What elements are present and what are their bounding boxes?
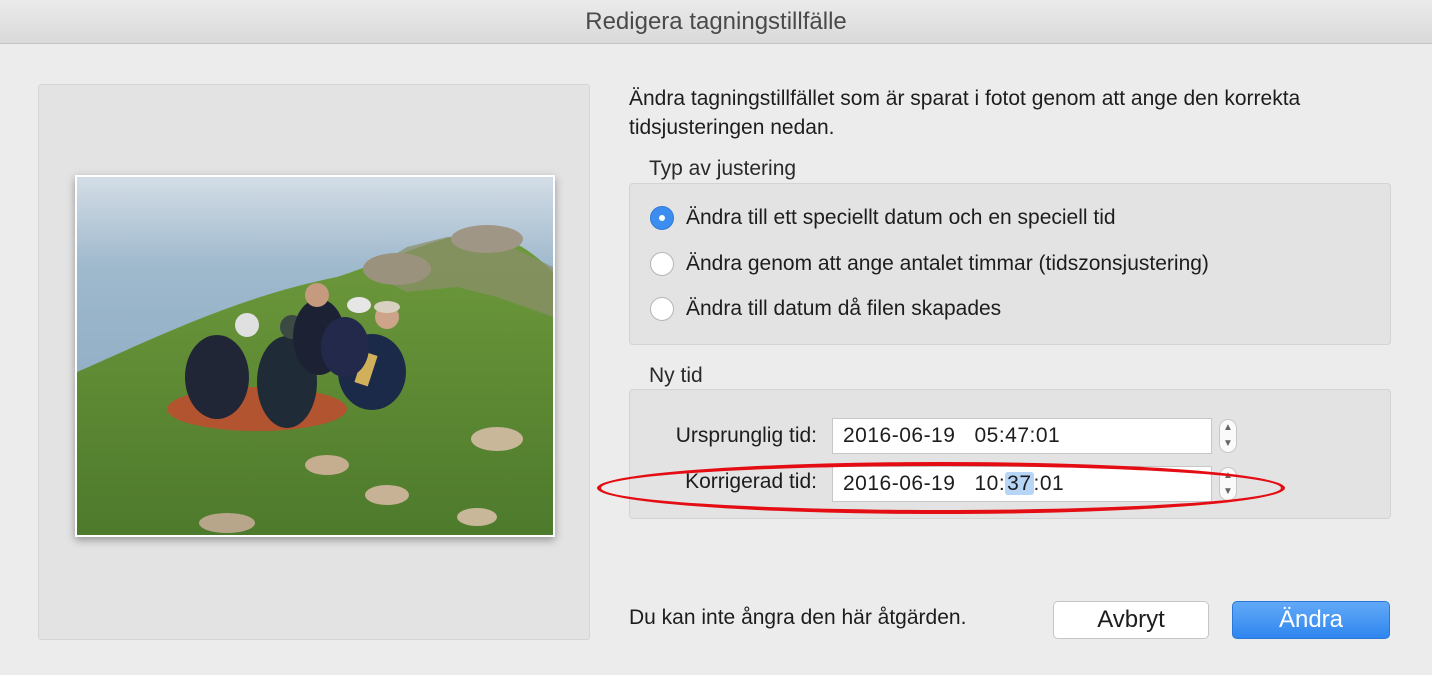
- radio-selected-icon[interactable]: [650, 206, 674, 230]
- new-time-label: Ny tid: [649, 364, 703, 387]
- radio-option-label: Ändra till datum då filen skapades: [686, 297, 1002, 320]
- original-hour: 05: [974, 424, 999, 447]
- radio-option-label: Ändra genom att ange antalet timmar (tid…: [686, 252, 1209, 275]
- corrected-date: 2016-06-19: [843, 472, 956, 495]
- adjustment-type-box: Ändra till ett speciellt datum och en sp…: [629, 183, 1391, 345]
- undo-warning-text: Du kan inte ångra den här åtgärden.: [629, 606, 967, 629]
- chevron-down-icon[interactable]: ▼: [1220, 436, 1236, 452]
- original-date: 2016-06-19: [843, 424, 956, 447]
- radio-option-specific-date[interactable]: Ändra till ett speciellt datum och en sp…: [650, 203, 1116, 233]
- corrected-time-field[interactable]: 2016-06-19 10:37:01: [832, 466, 1212, 502]
- photo-preview-panel: [38, 84, 590, 640]
- original-minute: 47: [1005, 424, 1030, 447]
- chevron-up-icon[interactable]: ▲: [1220, 420, 1236, 436]
- cancel-button[interactable]: Avbryt: [1053, 601, 1209, 639]
- apply-button[interactable]: Ändra: [1232, 601, 1390, 639]
- radio-option-label: Ändra till ett speciellt datum och en sp…: [686, 206, 1116, 229]
- corrected-time-label: Korrigerad tid:: [685, 470, 817, 493]
- corrected-second[interactable]: 01: [1040, 472, 1064, 495]
- description-text: Ändra tagningstillfället som är sparat i…: [629, 87, 1301, 139]
- photo-thumbnail: [75, 175, 555, 537]
- chevron-down-icon[interactable]: ▼: [1220, 484, 1236, 500]
- original-time-stepper[interactable]: ▲ ▼: [1219, 419, 1237, 453]
- radio-option-file-date[interactable]: Ändra till datum då filen skapades: [650, 294, 1001, 324]
- corrected-time-stepper[interactable]: ▲ ▼: [1219, 467, 1237, 501]
- photo-image: [77, 177, 553, 535]
- radio-option-timezone[interactable]: Ändra genom att ange antalet timmar (tid…: [650, 249, 1209, 279]
- chevron-up-icon[interactable]: ▲: [1220, 468, 1236, 484]
- corrected-hour[interactable]: 10: [974, 472, 998, 495]
- original-time-field[interactable]: 2016-06-19 05:47:01: [832, 418, 1212, 454]
- original-time-label: Ursprunglig tid:: [675, 424, 817, 447]
- original-second: 01: [1035, 424, 1061, 447]
- radio-unselected-icon[interactable]: [650, 252, 674, 276]
- radio-unselected-icon[interactable]: [650, 297, 674, 321]
- corrected-minute-selected[interactable]: 37: [1005, 472, 1034, 495]
- window-title: Redigera tagningstillfälle: [0, 0, 1432, 44]
- adjustment-type-label: Typ av justering: [649, 157, 797, 180]
